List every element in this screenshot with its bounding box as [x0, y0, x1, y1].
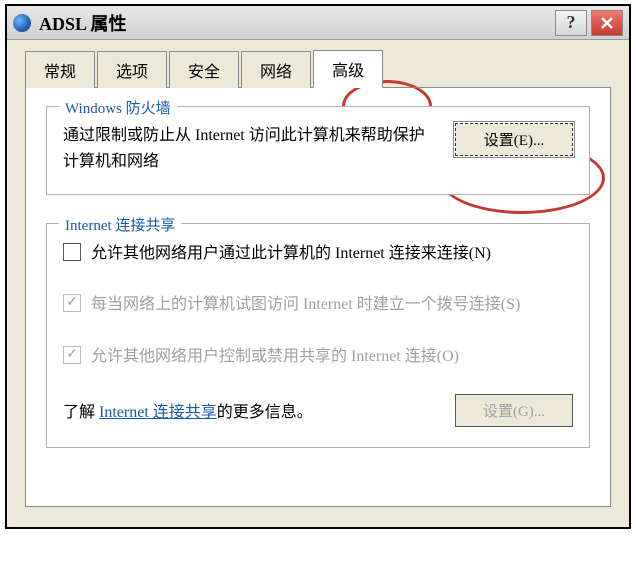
- dialog-body: 常规 选项 安全 网络 高级 Windows 防火墙 通过限制或防止从 Inte…: [7, 40, 629, 527]
- checkbox-label: 允许其他网络用户控制或禁用共享的 Internet 连接(O): [91, 343, 459, 370]
- window-controls: ?: [555, 10, 623, 36]
- firewall-settings-button[interactable]: 设置(E)...: [455, 123, 573, 156]
- checkbox-label: 允许其他网络用户通过此计算机的 Internet 连接来连接(N): [91, 240, 491, 267]
- tab-panel-advanced: Windows 防火墙 通过限制或防止从 Internet 访问此计算机来帮助保…: [25, 88, 611, 507]
- learn-suffix: 的更多信息。: [217, 404, 313, 421]
- checkbox-label: 每当网络上的计算机试图访问 Internet 时建立一个拨号连接(S): [91, 291, 520, 318]
- tab-advanced[interactable]: 高级: [313, 50, 383, 88]
- tab-general[interactable]: 常规: [25, 51, 95, 88]
- ics-info-row: 了解 Internet 连接共享的更多信息。 设置(G)...: [63, 394, 573, 427]
- tab-network[interactable]: 网络: [241, 51, 311, 88]
- checkbox-allow-control: ✓ 允许其他网络用户控制或禁用共享的 Internet 连接(O): [63, 343, 573, 370]
- dialog-window: ADSL 属性 ? 常规 选项 安全 网络 高级 Windows 防火墙: [5, 4, 631, 529]
- close-button[interactable]: [591, 10, 623, 36]
- help-button[interactable]: ?: [555, 10, 587, 36]
- globe-icon: [13, 14, 31, 32]
- legend-firewall: Windows 防火墙: [59, 97, 177, 118]
- checkbox-allow-others[interactable]: 允许其他网络用户通过此计算机的 Internet 连接来连接(N): [63, 240, 573, 267]
- ics-settings-button: 设置(G)...: [455, 394, 573, 427]
- checkbox-icon-checked: ✓: [63, 346, 81, 364]
- legend-ics: Internet 连接共享: [59, 214, 181, 235]
- fieldset-firewall: Windows 防火墙 通过限制或防止从 Internet 访问此计算机来帮助保…: [46, 106, 590, 195]
- checkbox-establish-dial: ✓ 每当网络上的计算机试图访问 Internet 时建立一个拨号连接(S): [63, 291, 573, 318]
- tab-security[interactable]: 安全: [169, 51, 239, 88]
- ics-learn-link[interactable]: Internet 连接共享: [99, 404, 217, 421]
- checkbox-icon: [63, 243, 81, 261]
- checkbox-icon-checked: ✓: [63, 294, 81, 312]
- titlebar: ADSL 属性 ?: [7, 6, 629, 40]
- fieldset-ics: Internet 连接共享 允许其他网络用户通过此计算机的 Internet 连…: [46, 223, 590, 448]
- learn-prefix: 了解: [63, 404, 95, 421]
- tab-options[interactable]: 选项: [97, 51, 167, 88]
- firewall-description: 通过限制或防止从 Internet 访问此计算机来帮助保护计算机和网络: [63, 123, 435, 174]
- tab-bar: 常规 选项 安全 网络 高级: [25, 54, 611, 88]
- window-title: ADSL 属性: [39, 10, 555, 36]
- close-icon: [600, 16, 614, 30]
